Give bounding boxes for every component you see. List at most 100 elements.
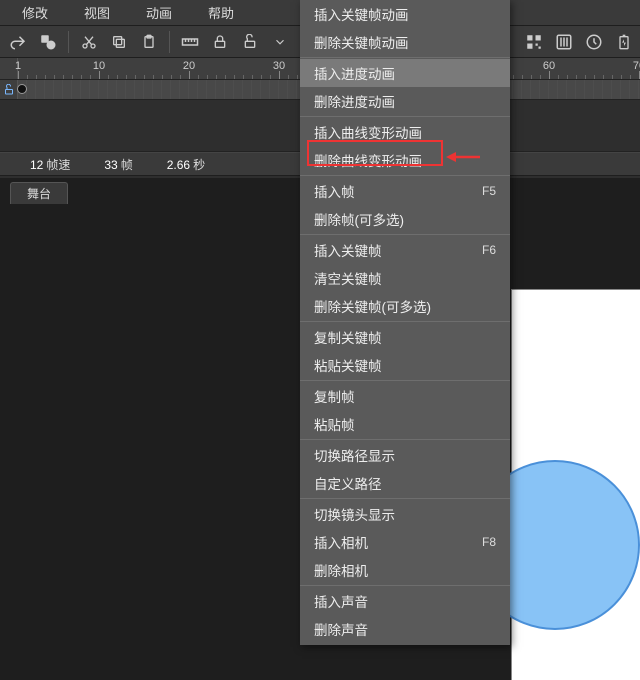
context-menu-item-label: 插入曲线变形动画 [314, 122, 422, 142]
ruler-tick [99, 71, 100, 79]
context-menu-item[interactable]: 删除曲线变形动画 [300, 146, 510, 174]
context-menu-item-label: 插入进度动画 [314, 63, 395, 83]
context-menu-separator [300, 116, 510, 117]
menu-modify[interactable]: 修改 [4, 0, 66, 25]
context-menu-item[interactable]: 切换路径显示 [300, 441, 510, 469]
context-menu-item[interactable]: 删除关键帧(可多选) [300, 292, 510, 320]
context-menu-item[interactable]: 插入关键帧动画 [300, 0, 510, 28]
context-menu-item[interactable]: 插入曲线变形动画 [300, 118, 510, 146]
status-fps: 12帧速 [30, 156, 70, 173]
ruler-tick [225, 75, 226, 79]
context-menu-item[interactable]: 复制关键帧 [300, 323, 510, 351]
ruler-tick [90, 75, 91, 79]
ruler-tick [45, 75, 46, 79]
ruler-tick [558, 75, 559, 79]
context-menu-item[interactable]: 删除相机 [300, 556, 510, 584]
ruler-tick [261, 75, 262, 79]
context-menu-item-label: 删除进度动画 [314, 91, 395, 111]
ruler-tick [153, 75, 154, 79]
clock-icon[interactable] [580, 28, 608, 56]
context-menu-item-label: 复制帧 [314, 386, 355, 406]
context-menu-item[interactable]: 粘贴帧 [300, 410, 510, 438]
redo-icon[interactable] [4, 28, 32, 56]
ruler-tick [549, 71, 550, 79]
context-menu-item-label: 插入关键帧动画 [314, 4, 409, 24]
ruler-tick [171, 75, 172, 79]
ruler-tick [297, 75, 298, 79]
ruler-tick [603, 75, 604, 79]
context-menu-item-label: 自定义路径 [314, 473, 382, 493]
menu-anim[interactable]: 动画 [128, 0, 190, 25]
context-menu-item[interactable]: 自定义路径 [300, 469, 510, 497]
context-menu-item[interactable]: 删除帧(可多选) [300, 205, 510, 233]
menu-help[interactable]: 帮助 [190, 0, 252, 25]
context-menu-item-label: 插入相机 [314, 532, 368, 552]
lock-icon[interactable] [206, 28, 234, 56]
context-menu-item-label: 删除相机 [314, 560, 368, 580]
context-menu-item[interactable]: 切换镜头显示 [300, 500, 510, 528]
ruler-tick [630, 75, 631, 79]
keyframe[interactable] [17, 84, 27, 94]
ruler-label: 20 [183, 60, 195, 72]
context-menu-item-label: 清空关键帧 [314, 268, 382, 288]
stage-canvas[interactable] [512, 290, 640, 680]
chevron-down-icon[interactable] [266, 28, 294, 56]
ruler-tick [117, 75, 118, 79]
context-menu-item[interactable]: 插入关键帧F6 [300, 236, 510, 264]
ruler-tick [252, 75, 253, 79]
ruler-tick [135, 75, 136, 79]
battery-icon[interactable] [610, 28, 638, 56]
toolbar-separator [169, 31, 170, 53]
ruler-tick [189, 71, 190, 79]
ruler-tick [612, 75, 613, 79]
ruler-tick [162, 75, 163, 79]
context-menu-item-label: 插入帧 [314, 181, 355, 201]
paste-icon[interactable] [135, 28, 163, 56]
context-menu-item[interactable]: 插入进度动画 [300, 59, 510, 87]
context-menu-separator [300, 234, 510, 235]
ruler-tick [36, 75, 37, 79]
context-menu-item[interactable]: 粘贴关键帧 [300, 351, 510, 379]
bars-icon[interactable] [550, 28, 578, 56]
context-menu: 插入关键帧动画删除关键帧动画插入进度动画删除进度动画插入曲线变形动画删除曲线变形… [300, 0, 510, 645]
ruler-tick [108, 75, 109, 79]
ruler-tick [522, 75, 523, 79]
ruler-tick [18, 71, 19, 79]
context-menu-item[interactable]: 插入帧 F5 [300, 177, 510, 205]
copy-icon[interactable] [105, 28, 133, 56]
context-menu-item-label: 粘贴关键帧 [314, 355, 382, 375]
ruler-icon[interactable] [176, 28, 204, 56]
context-menu-item[interactable]: 删除声音 [300, 615, 510, 643]
context-menu-separator [300, 175, 510, 176]
context-menu-separator [300, 498, 510, 499]
context-menu-item[interactable]: 删除进度动画 [300, 87, 510, 115]
shapes-icon[interactable] [34, 28, 62, 56]
context-menu-item[interactable]: 清空关键帧 [300, 264, 510, 292]
ruler-tick [243, 75, 244, 79]
scene-tab-stage[interactable]: 舞台 [10, 182, 68, 204]
context-menu-separator [300, 380, 510, 381]
ruler-label: 1 [15, 60, 21, 72]
ruler-tick [180, 75, 181, 79]
ruler-tick [72, 75, 73, 79]
context-menu-item-label: 复制关键帧 [314, 327, 382, 347]
context-menu-item[interactable]: 插入相机F8 [300, 528, 510, 556]
track-lock-icon[interactable] [0, 80, 18, 99]
cut-icon[interactable] [75, 28, 103, 56]
qr-icon[interactable] [520, 28, 548, 56]
context-menu-shortcut: F6 [482, 243, 496, 257]
context-menu-separator [300, 439, 510, 440]
context-menu-shortcut: F5 [482, 184, 496, 198]
ruler-label: 70 [633, 60, 640, 72]
unlock-icon[interactable] [236, 28, 264, 56]
ruler-tick [594, 75, 595, 79]
ruler-label: 10 [93, 60, 105, 72]
ruler-tick [144, 75, 145, 79]
context-menu-item[interactable]: 插入声音 [300, 587, 510, 615]
ruler-tick [198, 75, 199, 79]
menu-view[interactable]: 视图 [66, 0, 128, 25]
status-frame: 33帧 [104, 156, 132, 173]
context-menu-item[interactable]: 删除关键帧动画 [300, 28, 510, 56]
ruler-tick [531, 75, 532, 79]
context-menu-item[interactable]: 复制帧 [300, 382, 510, 410]
